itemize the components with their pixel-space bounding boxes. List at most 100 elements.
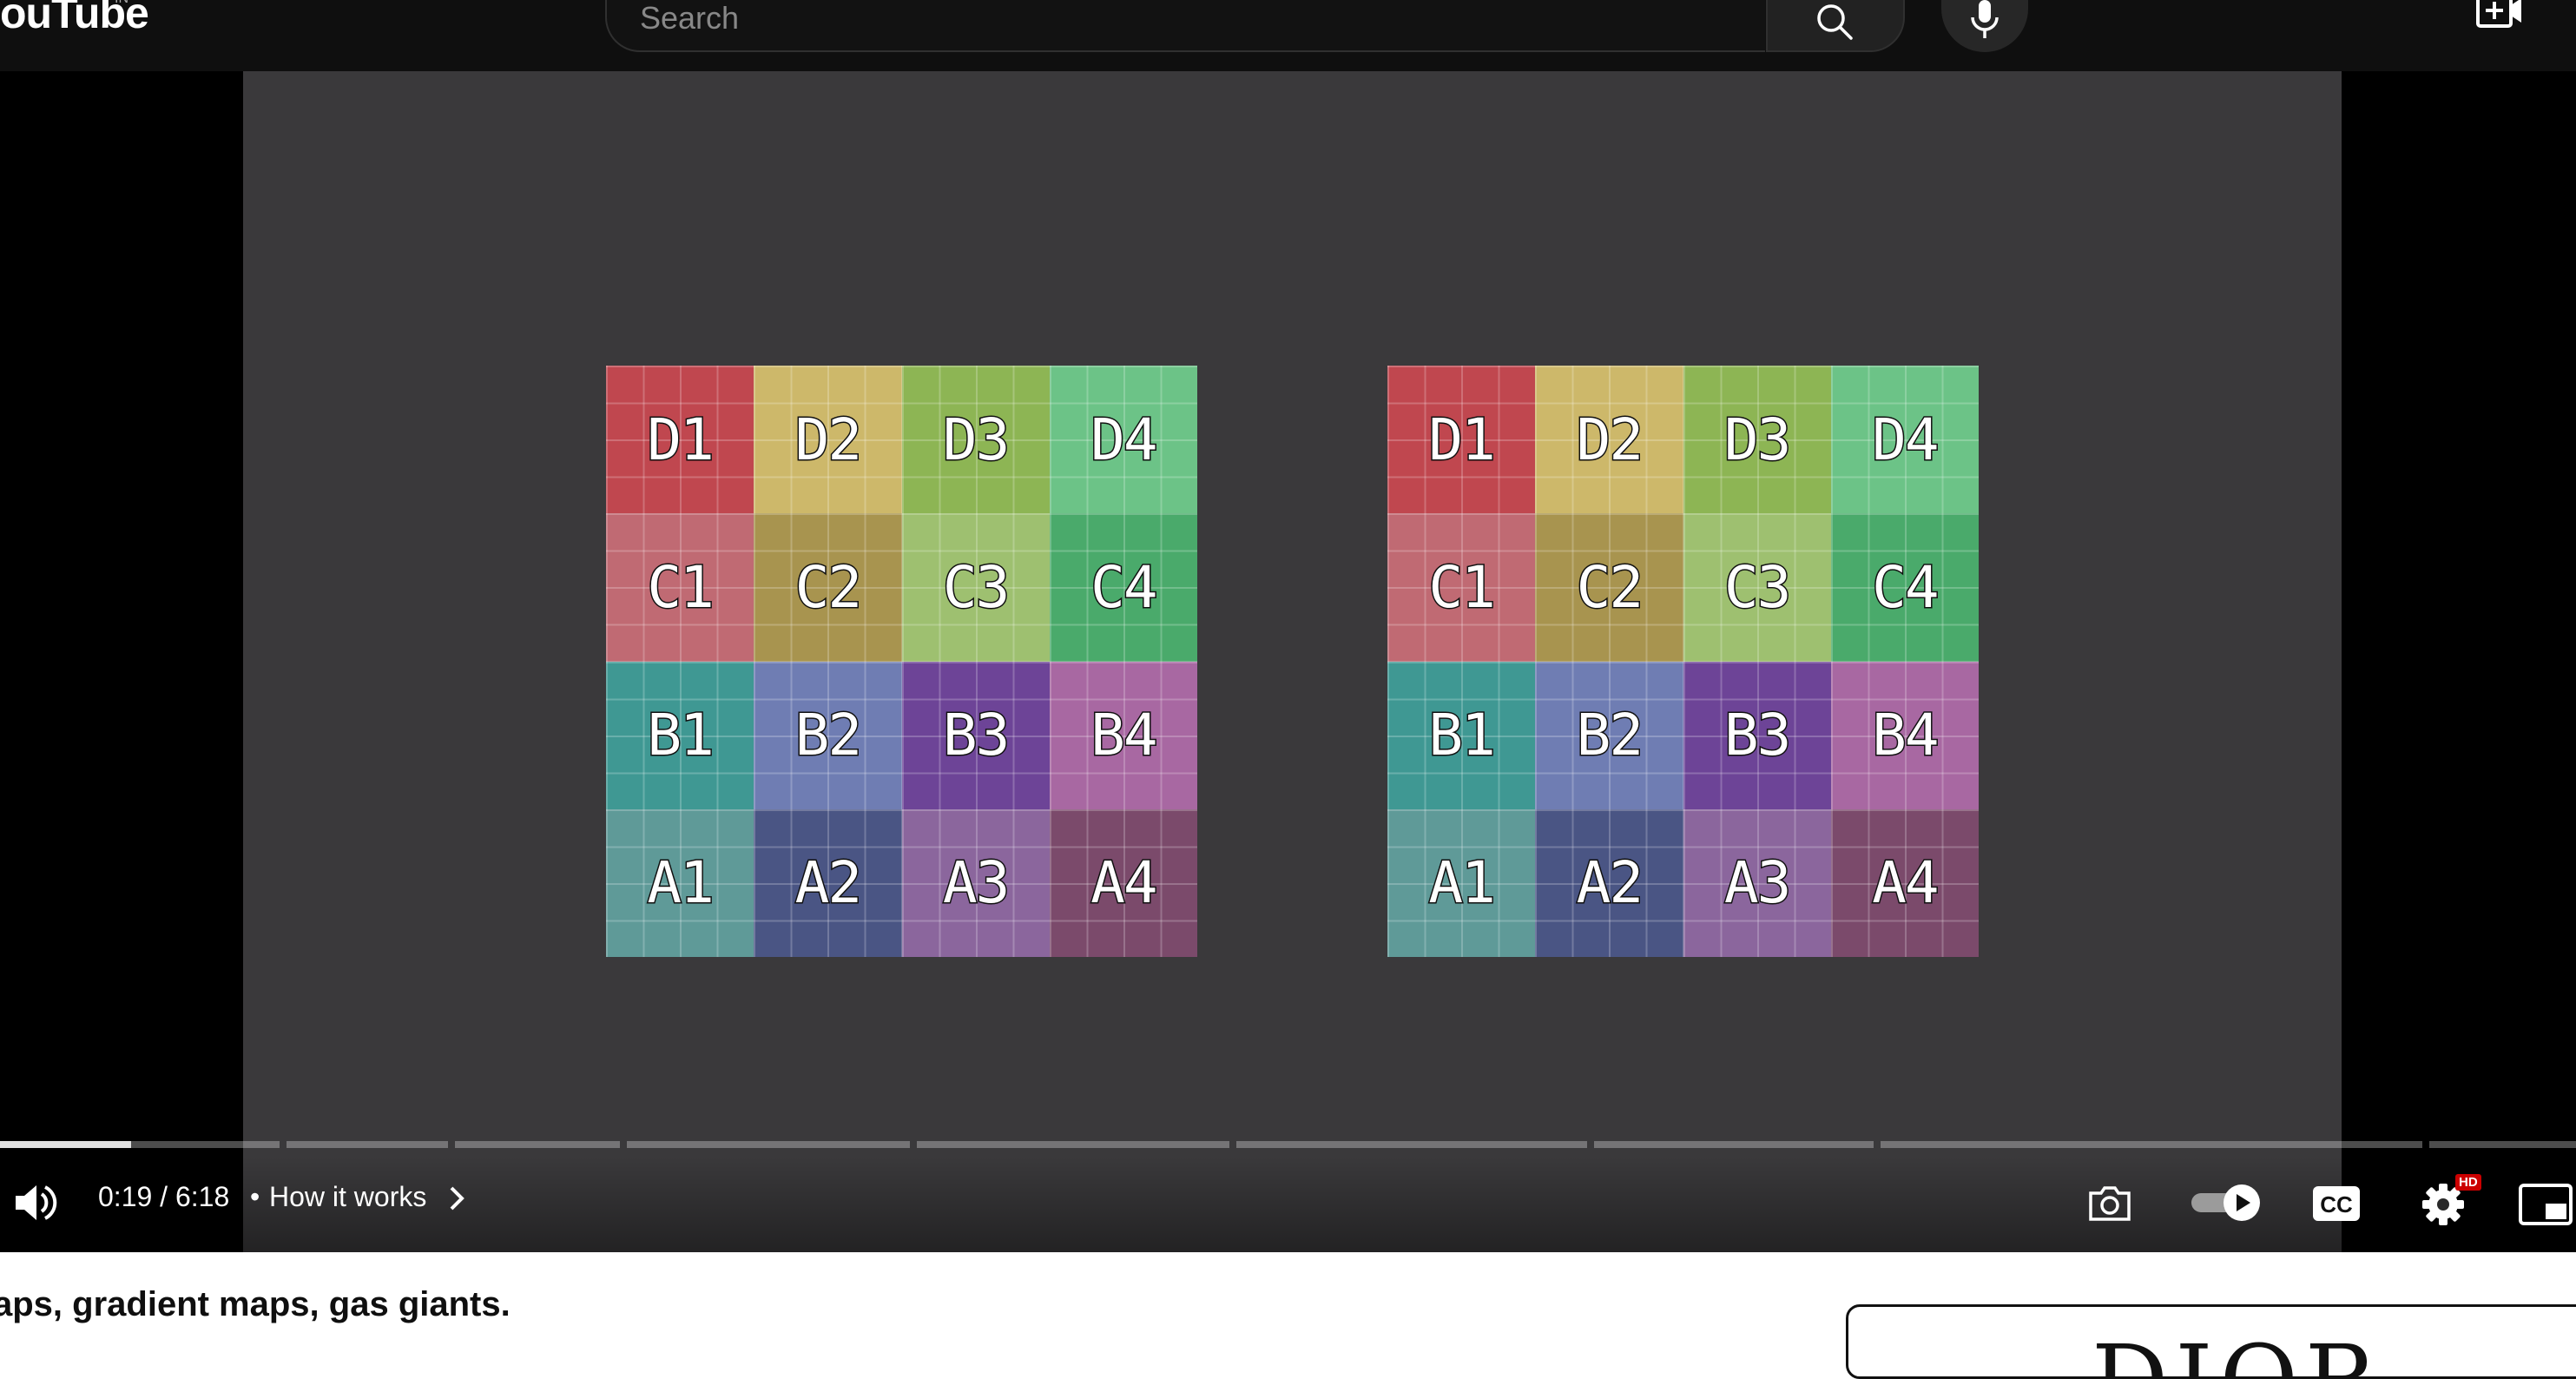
separator-dot: • xyxy=(250,1181,260,1212)
grid-cell-label: C3 xyxy=(941,552,1011,622)
grid-cell-label: A2 xyxy=(794,848,864,918)
grid-cell-label: A3 xyxy=(941,848,1011,918)
grid-cell: B2 xyxy=(754,661,902,809)
grid-cell: C3 xyxy=(1683,513,1831,662)
autoplay-toggle[interactable] xyxy=(2190,1181,2264,1224)
ad-card[interactable]: DIOR xyxy=(1846,1304,2576,1379)
chapter-segment[interactable] xyxy=(627,1141,910,1148)
progress-played xyxy=(0,1141,132,1148)
grid-cell: D2 xyxy=(754,366,902,514)
grid-cell: B1 xyxy=(1387,661,1536,809)
search-icon xyxy=(1817,4,1853,40)
grid-cell-label: B1 xyxy=(1427,701,1498,770)
chapter-segment[interactable] xyxy=(917,1141,1229,1148)
grid-cell: C4 xyxy=(1049,513,1197,662)
grid-cell: A2 xyxy=(1535,808,1683,957)
create-button[interactable] xyxy=(2474,0,2527,40)
grid-cell-label: B3 xyxy=(941,701,1011,770)
grid-cell-label: A1 xyxy=(1427,848,1498,918)
grid-cell-label: C2 xyxy=(1575,552,1645,622)
grid-cell-label: A2 xyxy=(1575,848,1645,918)
mic-icon xyxy=(1971,0,1999,38)
hd-badge: HD xyxy=(2455,1174,2481,1191)
voice-search-button[interactable] xyxy=(1941,0,2028,52)
grid-cell-label: D4 xyxy=(1871,405,1941,474)
masthead: ouTube IN xyxy=(0,0,2576,71)
chapter-segment[interactable] xyxy=(1594,1141,1874,1148)
logo-country-code: IN xyxy=(115,0,128,7)
create-icon xyxy=(2476,0,2521,28)
grid-cell-label: B3 xyxy=(1723,701,1793,770)
grid-cell-label: B1 xyxy=(646,701,716,770)
grid-cell-label: D1 xyxy=(646,405,716,474)
volume-icon[interactable] xyxy=(10,1178,59,1227)
grid-cell: D1 xyxy=(606,366,754,514)
video-player[interactable]: D1 D2 D3 D4 C1 C2 C3 C4 B1 B2 B3 B4 A1 A2 A3 A4 D1 D2 D3 D… xyxy=(0,71,2576,1252)
chapter-title-button[interactable]: How it works xyxy=(269,1181,426,1213)
grid-cell: A4 xyxy=(1830,808,1979,957)
color-grid-right: D1 D2 D3 D4 C1 C2 C3 C4 B1 B2 B3 B4 A1 A2 A3 A4 xyxy=(1387,366,1979,957)
grid-cell-label: A3 xyxy=(1723,848,1793,918)
chapter-segment[interactable] xyxy=(1881,1141,2422,1148)
grid-cell: C4 xyxy=(1830,513,1979,662)
chapter-segment[interactable] xyxy=(2429,1141,2576,1148)
grid-cell-label: D4 xyxy=(1090,405,1160,474)
grid-cell: A1 xyxy=(1387,808,1536,957)
chapter-segment[interactable] xyxy=(455,1141,620,1148)
chapter-segment[interactable] xyxy=(287,1141,448,1148)
grid-cell: B4 xyxy=(1049,661,1197,809)
grid-cell-label: B4 xyxy=(1090,701,1160,770)
color-grid-left: D1 D2 D3 D4 C1 C2 C3 C4 B1 B2 B3 B4 A1 A2 A3 A4 xyxy=(606,366,1197,957)
grid-cell: A3 xyxy=(901,808,1050,957)
screenshot-camera-icon[interactable] xyxy=(2085,1179,2134,1228)
grid-cell: A1 xyxy=(606,808,754,957)
grid-cell-label: C3 xyxy=(1723,552,1793,622)
grid-cell-label: B2 xyxy=(1575,701,1645,770)
grid-cell: D1 xyxy=(1387,366,1536,514)
captions-icon[interactable]: CC xyxy=(2311,1184,2362,1224)
grid-cell: A3 xyxy=(1683,808,1831,957)
grid-cell: A4 xyxy=(1049,808,1197,957)
grid-cell-label: C1 xyxy=(646,552,716,622)
grid-cell-label: C4 xyxy=(1871,552,1941,622)
grid-cell-label: A4 xyxy=(1871,848,1941,918)
grid-cell: B3 xyxy=(901,661,1050,809)
grid-cell: C2 xyxy=(1535,513,1683,662)
grid-cell: D4 xyxy=(1049,366,1197,514)
search-input[interactable] xyxy=(638,0,1683,38)
grid-cell-label: D2 xyxy=(1575,405,1645,474)
chevron-right-icon[interactable] xyxy=(446,1183,467,1214)
chapter-segment[interactable] xyxy=(1236,1141,1587,1148)
grid-cell: D2 xyxy=(1535,366,1683,514)
video-frame[interactable]: D1 D2 D3 D4 C1 C2 C3 C4 B1 B2 B3 B4 A1 A2 A3 A4 D1 D2 D3 D… xyxy=(243,71,2342,1252)
grid-cell-label: D3 xyxy=(941,405,1011,474)
grid-cell: D3 xyxy=(1683,366,1831,514)
grid-cell-label: C1 xyxy=(1427,552,1498,622)
chapter-label: How it works xyxy=(269,1181,427,1212)
grid-cell-label: D1 xyxy=(1427,405,1498,474)
grid-cell-label: C2 xyxy=(794,552,864,622)
grid-cell-label: D3 xyxy=(1723,405,1793,474)
search-button[interactable] xyxy=(1766,0,1905,52)
grid-cell-label: B2 xyxy=(794,701,864,770)
player-controls: 0:19 / 6:18 • How it works CC HD xyxy=(0,1157,2576,1252)
grid-cell: B1 xyxy=(606,661,754,809)
grid-cell: B2 xyxy=(1535,661,1683,809)
grid-cell: C1 xyxy=(606,513,754,662)
hd-badge-label: HD xyxy=(2459,1175,2478,1190)
progress-bar[interactable] xyxy=(0,1141,2576,1148)
grid-cell-label: B4 xyxy=(1871,701,1941,770)
grid-cell-label: C4 xyxy=(1090,552,1160,622)
grid-cell-label: D2 xyxy=(794,405,864,474)
grid-cell: C3 xyxy=(901,513,1050,662)
svg-text:CC: CC xyxy=(2320,1191,2353,1217)
miniplayer-icon[interactable] xyxy=(2518,1183,2573,1228)
time-display: 0:19 / 6:18 xyxy=(98,1181,230,1212)
video-title: aps, gradient maps, gas giants. xyxy=(0,1285,511,1323)
ad-brand-text: DIOR xyxy=(2092,1324,2384,1376)
grid-cell: B4 xyxy=(1830,661,1979,809)
grid-cell-label: A1 xyxy=(646,848,716,918)
grid-cell: D3 xyxy=(901,366,1050,514)
grid-cell: D4 xyxy=(1830,366,1979,514)
grid-cell: B3 xyxy=(1683,661,1831,809)
